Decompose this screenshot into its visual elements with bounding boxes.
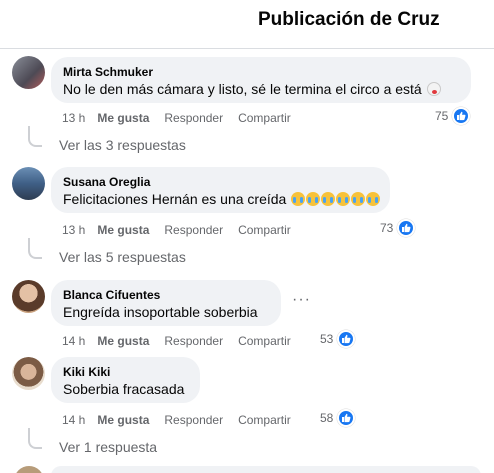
reaction-count[interactable]: 75: [435, 107, 471, 125]
crying-face-icon: [306, 192, 321, 206]
share-button[interactable]: Compartir: [238, 223, 291, 237]
avatar[interactable]: [12, 56, 45, 89]
comment-text: Soberbia fracasada: [63, 381, 185, 397]
comment-bubble: Susana Oreglia Felicitaciones Hernán es …: [51, 167, 390, 213]
like-button[interactable]: Me gusta: [97, 334, 149, 348]
reaction-number: 53: [320, 332, 334, 346]
comment-author[interactable]: Mirta Schmuker: [63, 64, 459, 80]
thread-line: [28, 238, 42, 259]
like-button[interactable]: Me gusta: [97, 223, 149, 237]
view-replies-link[interactable]: Ver las 5 respuestas: [59, 249, 186, 265]
crying-face-icon: [291, 192, 306, 206]
crying-face-icon: [366, 192, 381, 206]
comment-bubble: Mirta Schmuker No le den más cámara y li…: [51, 57, 471, 103]
comment-author[interactable]: Blanca Cifuentes: [63, 287, 269, 303]
thumbs-up-icon: [337, 409, 356, 427]
thumbs-up-icon: [452, 107, 471, 125]
avatar[interactable]: [14, 466, 44, 473]
reaction-count[interactable]: 58: [320, 409, 356, 427]
reaction-count[interactable]: 53: [320, 330, 356, 348]
thumbs-up-icon: [337, 330, 356, 348]
like-button[interactable]: Me gusta: [97, 111, 149, 125]
reply-button[interactable]: Responder: [164, 223, 223, 237]
comment-time[interactable]: 14 h: [62, 413, 85, 427]
crying-face-icon: [336, 192, 351, 206]
comment-time[interactable]: 13 h: [62, 223, 85, 237]
reaction-count[interactable]: 73: [380, 219, 416, 237]
view-replies-link[interactable]: Ver 1 respuesta: [59, 439, 157, 455]
comment-bubble: Kiki Kiki Soberbia fracasada: [51, 357, 200, 403]
comment-author[interactable]: Susana Oreglia: [63, 174, 378, 190]
share-button[interactable]: Compartir: [238, 334, 291, 348]
reply-button[interactable]: Responder: [164, 111, 223, 125]
page-title: Publicación de Cruz: [258, 9, 440, 30]
comment-bubble: Blanca Cifuentes Engreída insoportable s…: [51, 280, 281, 326]
reaction-number: 58: [320, 411, 334, 425]
comment-actions: 14 h Me gusta Responder Compartir: [62, 413, 306, 427]
view-replies-link[interactable]: Ver las 3 respuestas: [59, 137, 186, 153]
comment-actions: 13 h Me gusta Responder Compartir: [62, 223, 306, 237]
share-button[interactable]: Compartir: [238, 111, 291, 125]
comment-text: Felicitaciones Hernán es una creída: [63, 190, 381, 209]
comment-time[interactable]: 13 h: [62, 111, 85, 125]
comment-author[interactable]: Kiki Kiki: [63, 364, 188, 380]
comment-time[interactable]: 14 h: [62, 334, 85, 348]
comment-text-content: No le den más cámara y listo, sé le term…: [63, 81, 422, 97]
crying-face-icon: [351, 192, 366, 206]
reply-button[interactable]: Responder: [164, 413, 223, 427]
avatar[interactable]: [12, 167, 45, 200]
avatar[interactable]: [12, 357, 45, 390]
share-button[interactable]: Compartir: [238, 413, 291, 427]
thumbs-up-icon: [397, 219, 416, 237]
like-button[interactable]: Me gusta: [97, 413, 149, 427]
comment-text-content: Felicitaciones Hernán es una creída: [63, 191, 287, 207]
avatar[interactable]: [12, 280, 45, 313]
crying-face-icon: [321, 192, 336, 206]
reply-button[interactable]: Responder: [164, 334, 223, 348]
reaction-number: 75: [435, 109, 449, 123]
post-header: Publicación de Cruz: [0, 0, 494, 49]
comment-actions: 13 h Me gusta Responder Compartir: [62, 111, 306, 125]
comment-text: Engreída insoportable soberbia: [63, 304, 258, 320]
comment-bubble: [51, 466, 481, 473]
thread-line: [28, 126, 42, 147]
clown-face-icon: [426, 82, 441, 96]
thread-line: [28, 428, 42, 449]
reaction-number: 73: [380, 221, 394, 235]
more-options-icon[interactable]: ···: [292, 291, 311, 309]
comment-text: No le den más cámara y listo, sé le term…: [63, 80, 459, 99]
comment-actions: 14 h Me gusta Responder Compartir: [62, 334, 306, 348]
